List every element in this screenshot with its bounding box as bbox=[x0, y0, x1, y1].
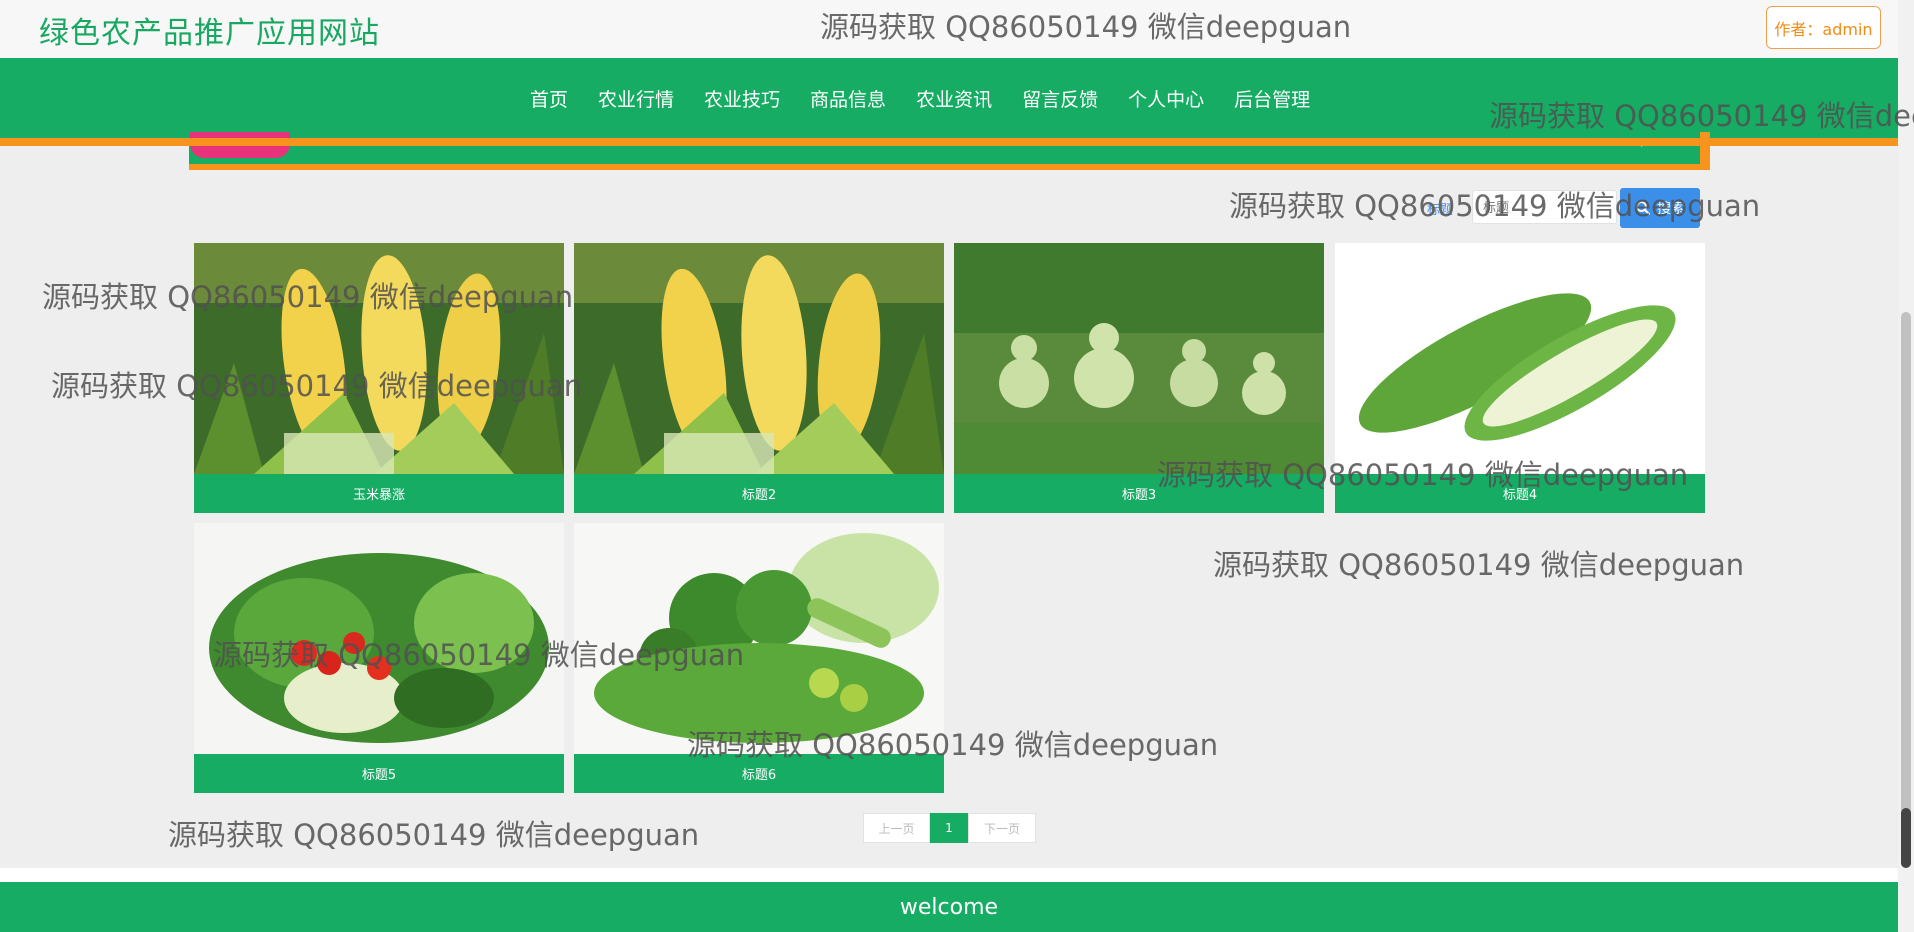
product-card[interactable]: 标题2 bbox=[574, 243, 944, 513]
nav-item-profile[interactable]: 个人中心 bbox=[1128, 85, 1204, 112]
product-card[interactable]: 玉米暴涨 bbox=[194, 243, 564, 513]
site-title[interactable]: 绿色农产品推广应用网站 bbox=[39, 8, 380, 52]
product-title: 标题5 bbox=[194, 754, 564, 793]
product-title: 标题3 bbox=[954, 474, 1324, 513]
scrollbar-end-marker bbox=[1901, 808, 1911, 868]
search-icon bbox=[1636, 201, 1651, 216]
next-page-button[interactable]: 下一页 bbox=[968, 813, 1036, 843]
product-card[interactable]: 标题3 bbox=[954, 243, 1324, 513]
search-label: 标题 bbox=[1427, 203, 1454, 218]
nav-list: 首页 农业行情 农业技巧 商品信息 农业资讯 留言反馈 个人中心 后台管理 bbox=[530, 58, 1340, 138]
page-number-current[interactable]: 1 bbox=[930, 813, 968, 843]
product-title: 标题2 bbox=[574, 474, 944, 513]
search-input[interactable] bbox=[1472, 190, 1617, 224]
watermark: 源码获取 QQ86050149 微信deepguan bbox=[168, 818, 700, 852]
nav-item-feedback[interactable]: 留言反馈 bbox=[1022, 85, 1098, 112]
gourds-image bbox=[954, 243, 1324, 474]
scrollbar-thumb[interactable] bbox=[1901, 312, 1911, 868]
footer: welcome bbox=[0, 882, 1898, 932]
green-vegetables-image bbox=[574, 523, 944, 754]
search-button-label: 搜索 bbox=[1657, 201, 1685, 217]
product-title: 标题4 bbox=[1335, 474, 1705, 513]
product-card[interactable]: 标题6 bbox=[574, 523, 944, 793]
page-scrollbar[interactable] bbox=[1898, 0, 1914, 932]
nav-item-tips[interactable]: 农业技巧 bbox=[704, 85, 780, 112]
nav-item-admin[interactable]: 后台管理 bbox=[1234, 85, 1310, 112]
product-card[interactable]: 标题5 bbox=[194, 523, 564, 793]
product-card[interactable]: 标题4 bbox=[1335, 243, 1705, 513]
vegetable-basket-image bbox=[194, 523, 564, 754]
product-title: 玉米暴涨 bbox=[194, 474, 564, 513]
pagination: 上一页 1 下一页 bbox=[863, 813, 1036, 843]
watermark: 源码获取 QQ86050149 微信deepguan bbox=[1213, 548, 1745, 582]
footer-gap bbox=[0, 868, 1898, 882]
nav-item-market[interactable]: 农业行情 bbox=[598, 85, 674, 112]
nav-item-products[interactable]: 商品信息 bbox=[810, 85, 886, 112]
bitter-melon-image bbox=[1335, 243, 1705, 474]
nav-item-news[interactable]: 农业资讯 bbox=[916, 85, 992, 112]
corn-image bbox=[574, 243, 944, 474]
search-button[interactable]: 搜索 bbox=[1620, 188, 1700, 228]
author-button[interactable]: 作者：admin bbox=[1766, 6, 1881, 49]
corn-image bbox=[194, 243, 564, 474]
nav-item-home[interactable]: 首页 bbox=[530, 85, 568, 112]
product-title: 标题6 bbox=[574, 754, 944, 793]
prev-page-button[interactable]: 上一页 bbox=[863, 813, 930, 843]
top-bar: 绿色农产品推广应用网站 作者：admin bbox=[0, 0, 1898, 58]
main-nav: 首页 农业行情 农业技巧 商品信息 农业资讯 留言反馈 个人中心 后台管理 bbox=[0, 58, 1898, 138]
nav-accent-bar bbox=[0, 138, 1898, 146]
